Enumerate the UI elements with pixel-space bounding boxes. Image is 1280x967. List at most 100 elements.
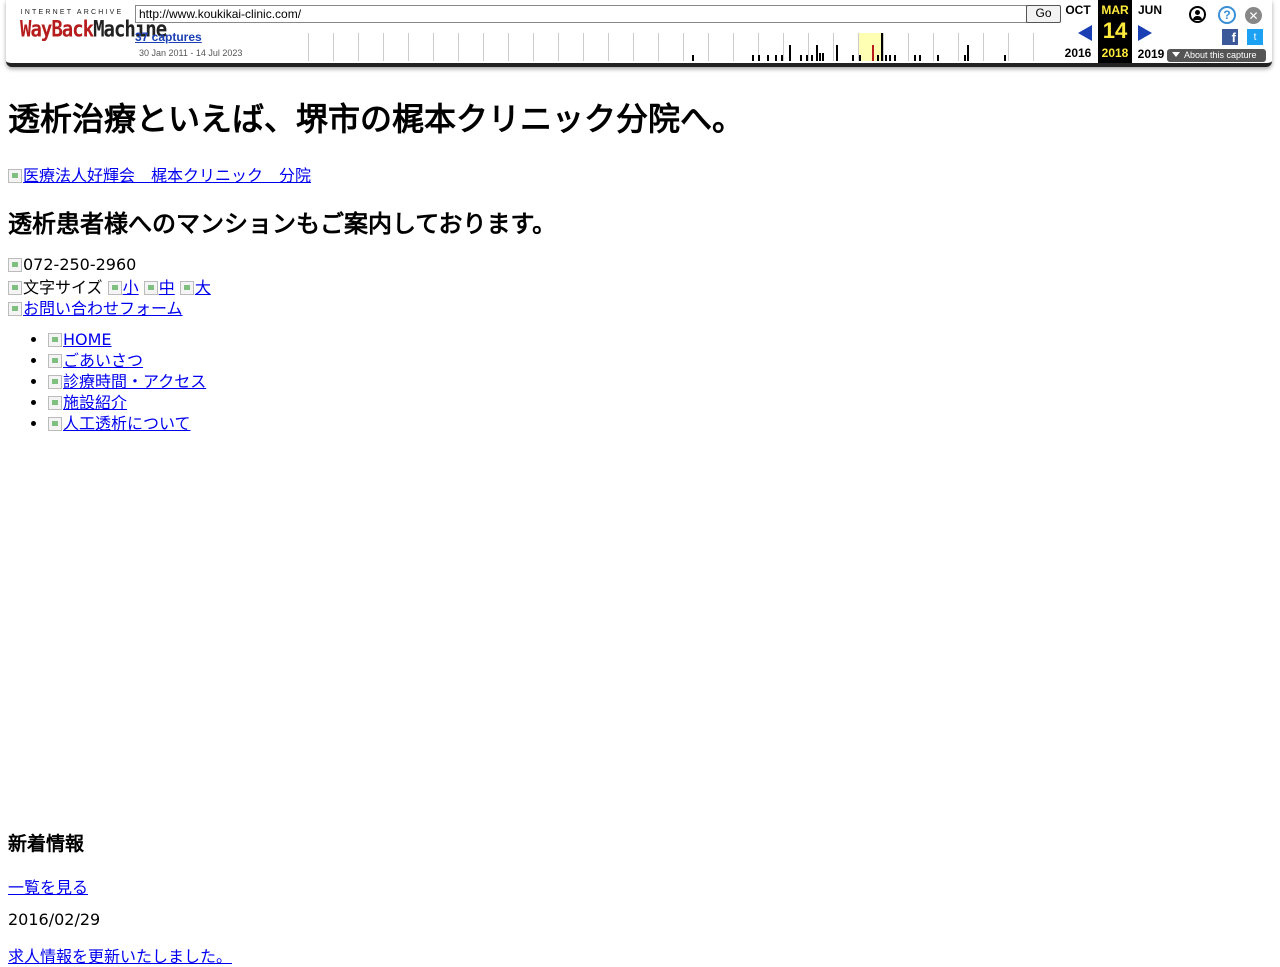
sparkline-year-cell[interactable] bbox=[433, 33, 458, 61]
page-subtitle: 透析患者様へのマンションもご案内しております。 bbox=[8, 210, 557, 238]
prev-month-label[interactable]: OCT bbox=[1061, 3, 1095, 17]
broken-image-icon bbox=[8, 302, 22, 316]
sparkline-year-cell[interactable] bbox=[733, 33, 758, 61]
sparkline-year-cell[interactable] bbox=[758, 33, 783, 61]
capture-tick[interactable] bbox=[937, 55, 939, 61]
capture-tick[interactable] bbox=[885, 55, 887, 61]
sparkline-year-cell[interactable] bbox=[408, 33, 433, 61]
sparkline-year-cell[interactable] bbox=[558, 33, 583, 61]
nav-link-home[interactable]: HOME bbox=[48, 330, 112, 349]
sparkline-year-cell[interactable] bbox=[483, 33, 508, 61]
nav-label: 人工透析について bbox=[63, 414, 191, 433]
site-logo-anchor[interactable]: 医療法人好輝会 梶本クリニック 分院 bbox=[8, 166, 311, 185]
capture-tick[interactable] bbox=[767, 55, 769, 61]
capture-tick[interactable] bbox=[775, 55, 777, 61]
contact-form-link[interactable]: お問い合わせフォーム bbox=[8, 299, 183, 318]
sparkline-year-cell[interactable] bbox=[708, 33, 733, 61]
news-heading: 新着情報 bbox=[8, 833, 85, 855]
contact-form-label: お問い合わせフォーム bbox=[23, 299, 183, 318]
capture-range: 30 Jan 2011 - 14 Jul 2023 bbox=[139, 48, 243, 58]
capture-tick[interactable] bbox=[816, 45, 818, 61]
capture-tick[interactable] bbox=[894, 55, 896, 61]
sparkline-year-cell[interactable] bbox=[783, 33, 808, 61]
capture-tick[interactable] bbox=[822, 53, 824, 61]
capture-tick[interactable] bbox=[967, 45, 969, 61]
capture-tick[interactable] bbox=[859, 55, 861, 61]
help-icon[interactable]: ? bbox=[1218, 6, 1236, 24]
capture-tick[interactable] bbox=[758, 55, 760, 61]
news-date: 2016/02/29 bbox=[8, 910, 101, 929]
prev-year-label[interactable]: 2016 bbox=[1061, 46, 1095, 60]
capture-tick[interactable] bbox=[889, 55, 891, 61]
user-icon[interactable] bbox=[1189, 6, 1206, 23]
close-icon[interactable]: ✕ bbox=[1245, 7, 1262, 24]
twitter-icon[interactable]: t bbox=[1247, 29, 1263, 45]
capture-tick[interactable] bbox=[852, 55, 854, 61]
about-capture-button[interactable]: About this capture bbox=[1167, 49, 1266, 62]
capture-tick[interactable] bbox=[877, 55, 879, 61]
broken-image-icon bbox=[143, 281, 158, 295]
internet-archive-label: INTERNET ARCHIVE bbox=[20, 9, 124, 16]
sparkline-year-cell[interactable] bbox=[533, 33, 558, 61]
sparkline-year-cell[interactable] bbox=[458, 33, 483, 61]
sparkline-year-cell[interactable] bbox=[658, 33, 683, 61]
nav-item-facilities: 施設紹介 bbox=[48, 393, 206, 414]
sparkline-year-cell[interactable] bbox=[958, 33, 983, 61]
capture-tick[interactable] bbox=[964, 55, 966, 61]
capture-tick[interactable] bbox=[872, 45, 874, 61]
nav-link-hours-access[interactable]: 診療時間・アクセス bbox=[48, 372, 206, 391]
capture-tick[interactable] bbox=[781, 55, 783, 61]
prev-capture-arrow-icon[interactable] bbox=[1078, 25, 1092, 41]
current-month: MAR bbox=[1101, 3, 1129, 17]
capture-tick[interactable] bbox=[836, 45, 838, 61]
captures-link[interactable]: 37 captures bbox=[135, 30, 202, 44]
phone-number: 072-250-2960 bbox=[8, 255, 136, 274]
capture-tick[interactable] bbox=[914, 55, 916, 61]
sparkline-year-cell[interactable] bbox=[1033, 33, 1058, 61]
font-size-large-label: 大 bbox=[194, 278, 211, 297]
nav-link-dialysis[interactable]: 人工透析について bbox=[48, 414, 191, 433]
capture-tick[interactable] bbox=[811, 55, 813, 61]
next-year-label[interactable]: 2019 bbox=[1134, 47, 1168, 61]
nav-link-greeting[interactable]: ごあいさつ bbox=[48, 351, 143, 370]
font-size-large-button[interactable]: 大 bbox=[179, 278, 211, 297]
sparkline-year-cell[interactable] bbox=[358, 33, 383, 61]
news-item-link[interactable]: 求人情報を更新いたしました。 bbox=[8, 947, 232, 966]
capture-sparkline[interactable] bbox=[308, 33, 1060, 61]
capture-tick[interactable] bbox=[752, 55, 754, 61]
next-month-label[interactable]: JUN bbox=[1133, 3, 1167, 17]
site-logo-link[interactable]: 医療法人好輝会 梶本クリニック 分院 bbox=[8, 162, 311, 186]
go-button[interactable]: Go bbox=[1026, 5, 1061, 23]
news-list-link[interactable]: 一覧を見る bbox=[8, 878, 88, 897]
sparkline-year-cell[interactable] bbox=[333, 33, 358, 61]
sparkline-year-cell[interactable] bbox=[583, 33, 608, 61]
next-capture-arrow-icon[interactable] bbox=[1138, 25, 1152, 41]
nav-link-facilities[interactable]: 施設紹介 bbox=[48, 393, 127, 412]
capture-tick[interactable] bbox=[692, 55, 694, 61]
nav-label: ごあいさつ bbox=[63, 351, 144, 370]
sparkline-year-cell[interactable] bbox=[608, 33, 633, 61]
capture-tick[interactable] bbox=[789, 45, 791, 61]
capture-tick[interactable] bbox=[806, 55, 808, 61]
capture-tick[interactable] bbox=[881, 33, 883, 61]
capture-tick[interactable] bbox=[1004, 55, 1006, 61]
sparkline-year-cell[interactable] bbox=[1008, 33, 1033, 61]
capture-tick[interactable] bbox=[819, 53, 821, 61]
sparkline-year-cell[interactable] bbox=[858, 33, 883, 61]
sparkline-year-cell[interactable] bbox=[383, 33, 408, 61]
facebook-icon[interactable]: f bbox=[1222, 29, 1238, 45]
sparkline-year-cell[interactable] bbox=[633, 33, 658, 61]
nav-item-greeting: ごあいさつ bbox=[48, 351, 206, 372]
sparkline-year-cell[interactable] bbox=[508, 33, 533, 61]
page-title: 透析治療といえば、堺市の梶本クリニック分院へ。 bbox=[8, 100, 745, 138]
wayback-logo[interactable]: INTERNET ARCHIVE WayBackMachine bbox=[20, 9, 167, 42]
nav-label: HOME bbox=[63, 330, 112, 349]
url-input[interactable]: http://www.koukikai-clinic.com/ bbox=[135, 5, 1027, 23]
sparkline-year-cell[interactable] bbox=[683, 33, 708, 61]
sparkline-year-cell[interactable] bbox=[308, 33, 333, 61]
capture-tick[interactable] bbox=[800, 55, 802, 61]
nav-item-hours-access: 診療時間・アクセス bbox=[48, 372, 206, 393]
capture-tick[interactable] bbox=[919, 55, 921, 61]
news-item-row: 求人情報を更新いたしました。 bbox=[8, 943, 232, 967]
broken-image-icon bbox=[8, 169, 22, 183]
